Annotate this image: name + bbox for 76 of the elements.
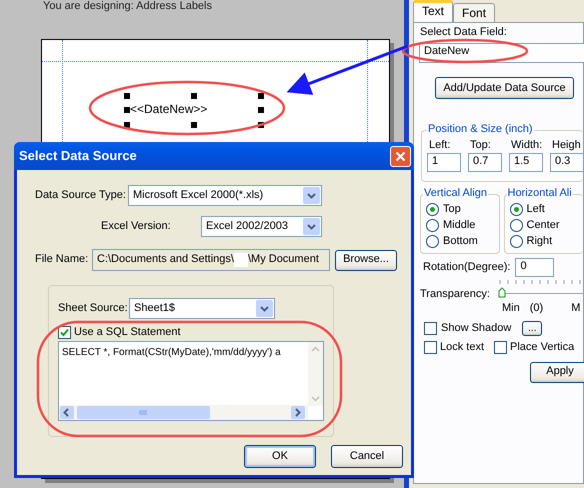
radio-label: Left bbox=[526, 202, 545, 216]
number-input[interactable]: 1.5 bbox=[509, 153, 543, 172]
close-button[interactable] bbox=[390, 146, 411, 166]
field-placeholder-text[interactable]: <<DateNew>> bbox=[130, 102, 208, 116]
path-text: C:\Documents and Settings\ bbox=[97, 253, 234, 267]
shadow-button[interactable]: ... bbox=[522, 321, 542, 336]
field-label: File Name: bbox=[35, 253, 90, 267]
chevron-down-icon bbox=[307, 192, 316, 198]
field-label: Top: bbox=[470, 139, 491, 152]
apply-button[interactable]: Apply bbox=[530, 362, 584, 383]
slider-thumb[interactable] bbox=[498, 287, 506, 298]
checkbox-label: Use a SQL Statement bbox=[74, 326, 181, 340]
checkbox[interactable] bbox=[424, 322, 437, 336]
radio-label: Middle bbox=[443, 218, 476, 232]
designer-heading: You are designing: Address Labels bbox=[43, 0, 212, 14]
radio-label: Right bbox=[526, 234, 552, 248]
file-name-field[interactable]: C:\Documents and Settings\ \My Document bbox=[92, 249, 330, 271]
cancel-button[interactable]: Cancel bbox=[331, 445, 403, 468]
field-label: Width: bbox=[511, 139, 542, 152]
vertical-scrollbar bbox=[308, 342, 323, 406]
radio-button[interactable] bbox=[426, 218, 439, 232]
field-label: Sheet Source: bbox=[58, 302, 129, 316]
path-text: \My Document bbox=[248, 253, 319, 267]
browse-button[interactable]: Browse... bbox=[335, 250, 397, 270]
checkbox[interactable] bbox=[494, 341, 508, 354]
tab[interactable]: Font bbox=[453, 3, 496, 22]
checkbox[interactable] bbox=[424, 341, 437, 354]
dropdown[interactable]: Excel 2002/2003 bbox=[201, 216, 322, 237]
checkbox-label: Place Vertica bbox=[510, 341, 574, 355]
redaction-block bbox=[234, 253, 248, 267]
chevron-down-icon bbox=[260, 306, 269, 312]
field-label: Excel Version: bbox=[101, 220, 172, 234]
rotation-label: Rotation(Degree): bbox=[423, 261, 510, 274]
ok-button[interactable]: OK bbox=[244, 445, 316, 468]
number-input[interactable]: 1 bbox=[427, 153, 461, 172]
radio-button[interactable] bbox=[426, 234, 439, 248]
radio-button[interactable] bbox=[510, 202, 522, 216]
checkbox[interactable] bbox=[58, 326, 71, 340]
slider-max-label: M bbox=[571, 302, 580, 316]
transparency-label: Transparency: bbox=[420, 288, 491, 302]
resize-handle[interactable] bbox=[124, 107, 130, 113]
resize-handle[interactable] bbox=[258, 93, 264, 99]
chevron-down-icon bbox=[307, 224, 316, 230]
number-input[interactable]: 0.3 bbox=[550, 153, 584, 172]
field-label: Select Data Field: bbox=[420, 26, 507, 38]
field-label: Heigh bbox=[552, 139, 581, 152]
number-input[interactable]: 0.7 bbox=[468, 153, 502, 172]
group-title: Vertical Align bbox=[423, 187, 488, 200]
dialog-title: Select Data Source bbox=[19, 148, 137, 164]
radio-button[interactable] bbox=[510, 234, 522, 248]
field-label: Data Source Type: bbox=[35, 188, 127, 202]
data-field-input[interactable]: DateNew bbox=[419, 43, 584, 64]
radio-label: Top bbox=[443, 202, 461, 216]
dropdown[interactable]: Microsoft Excel 2000(*.xls) bbox=[128, 185, 322, 206]
radio-label: Center bbox=[526, 218, 560, 232]
resize-handle[interactable] bbox=[191, 122, 197, 128]
check-icon bbox=[59, 327, 70, 338]
dropdown[interactable]: Sheet1$ bbox=[129, 298, 275, 319]
sql-text-area[interactable]: SELECT *, Format(CStr(MyDate),'mm/dd/yyyy') a bbox=[58, 341, 324, 422]
radio-button[interactable] bbox=[510, 218, 522, 232]
checkbox-label: Lock text bbox=[440, 341, 484, 355]
checkbox-label: Show Shadow bbox=[441, 322, 512, 336]
group-title: Position & Size (inch) bbox=[427, 123, 534, 136]
resize-handle[interactable] bbox=[124, 93, 130, 99]
slider-min-label: Min bbox=[502, 302, 520, 316]
tab[interactable]: Text bbox=[413, 0, 454, 22]
resize-handle[interactable] bbox=[191, 93, 197, 99]
rotation-input[interactable]: 0 bbox=[515, 258, 554, 278]
sql-text: SELECT *, Format(CStr(MyDate),'mm/dd/yyyy') a bbox=[62, 347, 281, 360]
radio-button[interactable] bbox=[426, 202, 439, 216]
close-icon bbox=[395, 150, 406, 162]
resize-handle[interactable] bbox=[258, 107, 264, 113]
radio-label: Bottom bbox=[443, 234, 478, 248]
slider-reading: (0) bbox=[530, 302, 544, 316]
field-label: Left: bbox=[429, 139, 450, 152]
add-update-button[interactable]: Add/Update Data Source bbox=[435, 77, 574, 100]
